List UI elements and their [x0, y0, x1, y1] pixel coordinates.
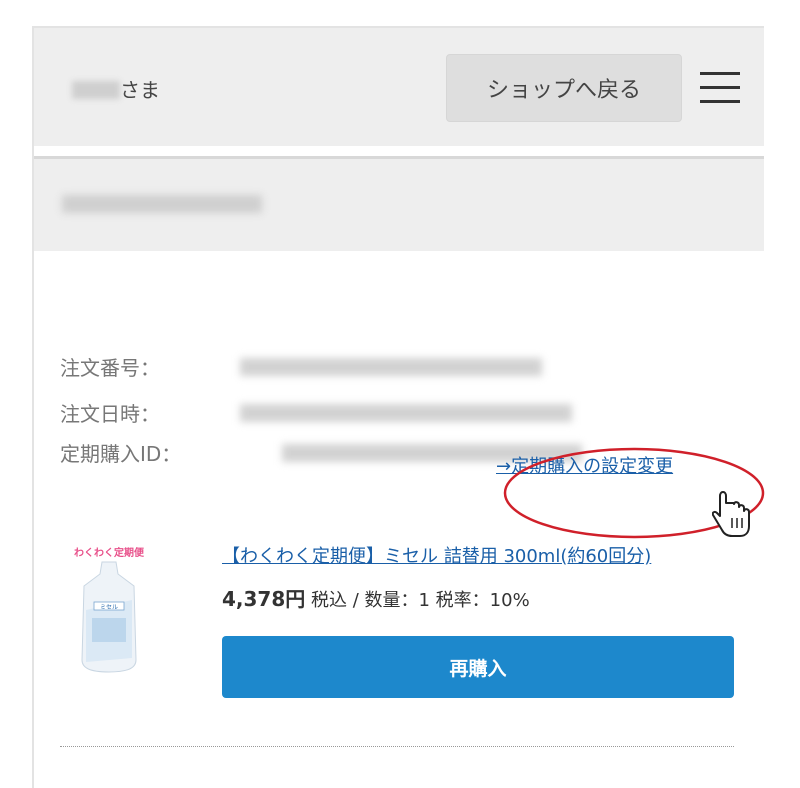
pointer-cursor-icon: [712, 491, 750, 537]
blurred-order-number: [240, 358, 542, 376]
blurred-user-name: [72, 81, 120, 99]
order-number-label: 注文番号：: [60, 356, 160, 380]
back-to-shop-button[interactable]: ショップへ戻る: [446, 54, 682, 122]
thumbnail-banner-text: わくわく定期便: [74, 546, 145, 559]
page-header: さま ショップへ戻る: [34, 28, 764, 146]
product-price: 4,378円: [222, 587, 306, 611]
user-suffix: さま: [120, 78, 160, 102]
item-separator: [60, 746, 734, 747]
product-thumbnail[interactable]: わくわく定期便 ミセル: [64, 540, 154, 676]
product-price-detail: 税込 / 数量：1 税率：10%: [305, 590, 530, 611]
hamburger-menu-icon[interactable]: [700, 70, 740, 104]
rebuy-button[interactable]: 再購入: [222, 636, 734, 698]
thumbnail-pack-text: ミセル: [100, 604, 118, 611]
subscription-id-label: 定期購入ID：: [60, 442, 182, 466]
blurred-order-date: [62, 195, 262, 213]
blurred-order-datetime: [240, 404, 572, 422]
product-title-link[interactable]: 【わくわく定期便】ミセル 詰替用 300ml(約60回分): [222, 542, 651, 568]
order-date-bar: [34, 159, 764, 251]
user-greeting: さま: [72, 74, 160, 103]
order-datetime-label: 注文日時：: [60, 402, 160, 426]
product-price-line: 4,378円 税込 / 数量：1 税率：10%: [222, 583, 530, 612]
